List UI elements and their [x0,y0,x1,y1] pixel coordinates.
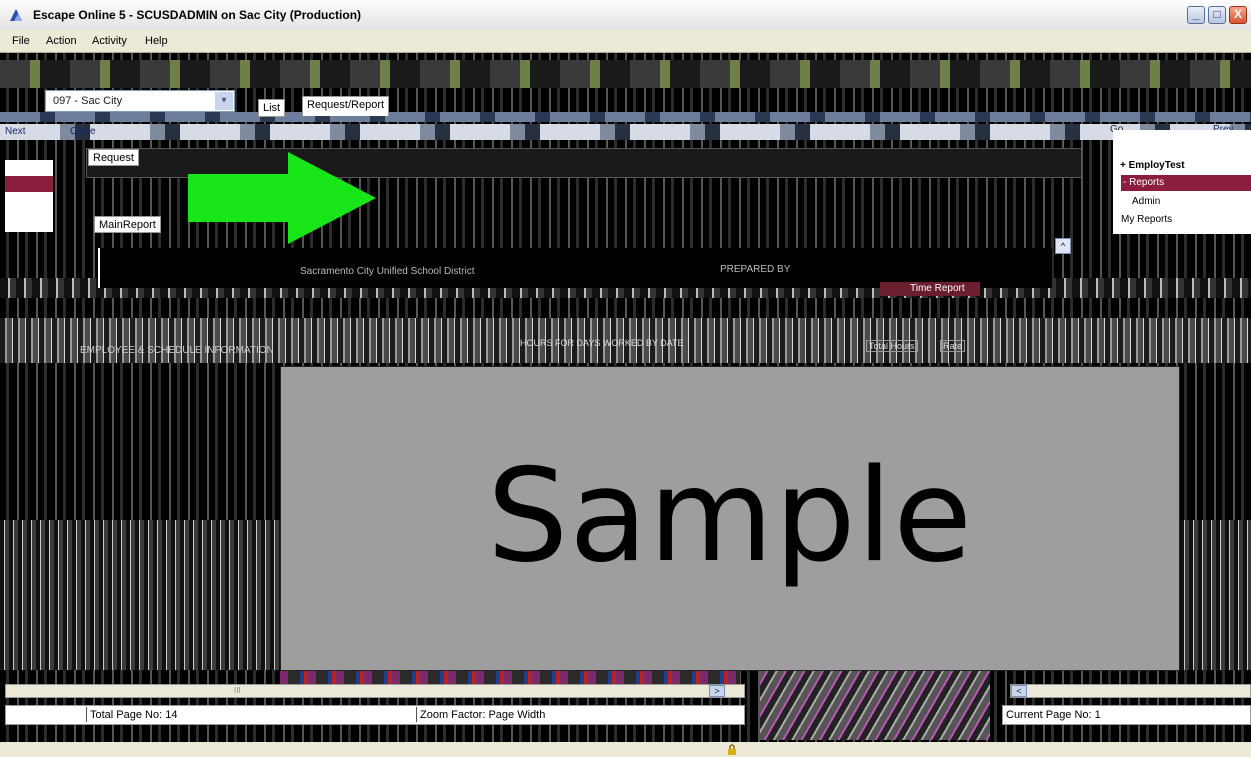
menu-action[interactable]: Action [46,35,77,47]
status-total-pages: Total Page No: 14 [90,709,178,721]
scramble-band [0,112,1251,122]
tab-request-report[interactable]: Request/Report [302,96,390,116]
maximize-button[interactable]: □ [1208,6,1226,24]
tab-list[interactable]: List [258,99,286,117]
scroll-left-button[interactable]: < [1011,685,1027,697]
report-time-report: Time Report [910,283,965,294]
close-button[interactable]: X [1229,6,1247,24]
scroll-up-button[interactable]: ^ [1055,238,1071,254]
scramble-band [0,520,280,670]
next-button[interactable]: Next [5,126,26,137]
scramble-band [0,60,1251,88]
bottom-bar [0,742,1251,757]
lock-icon [728,744,736,755]
scramble-band [1180,520,1251,670]
report-prepared-by: PREPARED BY [720,264,791,275]
scramble-band [280,670,740,684]
tab-request[interactable]: Request [88,149,139,166]
horizontal-scrollbar-2[interactable] [1010,684,1251,698]
left-panel [5,160,53,232]
green-arrow-icon [188,152,376,244]
nav-item-admin[interactable]: Admin [1132,196,1160,207]
minimize-button[interactable]: _ [1187,6,1205,24]
nav-tree-header [1113,130,1251,158]
scramble-band [0,124,1251,140]
status-divider [416,707,417,722]
status-divider [86,707,87,722]
district-select-value: 097 - Sac City [53,95,123,107]
scroll-grip[interactable]: III [234,686,241,695]
scramble-band [760,670,990,740]
tab-main-report[interactable]: MainReport [94,216,161,233]
status-zoom: Zoom Factor: Page Width [420,709,546,721]
menu-help[interactable]: Help [145,35,168,47]
next-label: Next [5,126,26,137]
menu-activity[interactable]: Activity [92,35,127,47]
report-hours-heading: HOURS FOR DAYS WORKED BY DATE [520,338,684,348]
nav-item-my-reports[interactable]: My Reports [1121,214,1172,225]
nav-item-employtest[interactable]: + EmployTest [1120,160,1185,171]
report-rate: Rate [940,340,966,352]
close-label: Close [70,126,96,137]
horizontal-scrollbar[interactable] [5,684,745,698]
sample-watermark: Sample [280,366,1180,671]
nav-item-reports[interactable]: - Reports [1123,177,1164,188]
menu-file[interactable]: File [12,35,30,47]
chevron-down-icon[interactable]: ▾ [215,92,233,110]
scroll-right-button[interactable]: > [709,685,725,697]
app-icon [10,9,22,21]
left-panel-selection [5,176,53,192]
close-tool-button[interactable]: Close [70,126,96,137]
menu-bar [0,30,1251,53]
report-district-name: Sacramento City Unified School District [300,266,475,277]
report-total-hours: Total Hours [866,340,918,352]
status-current-page: Current Page No: 1 [1006,709,1101,721]
report-section-heading: EMPLOYEE & SCHEDULE INFORMATION [80,345,274,356]
window-title: Escape Online 5 - SCUSDADMIN on Sac City… [33,8,362,22]
